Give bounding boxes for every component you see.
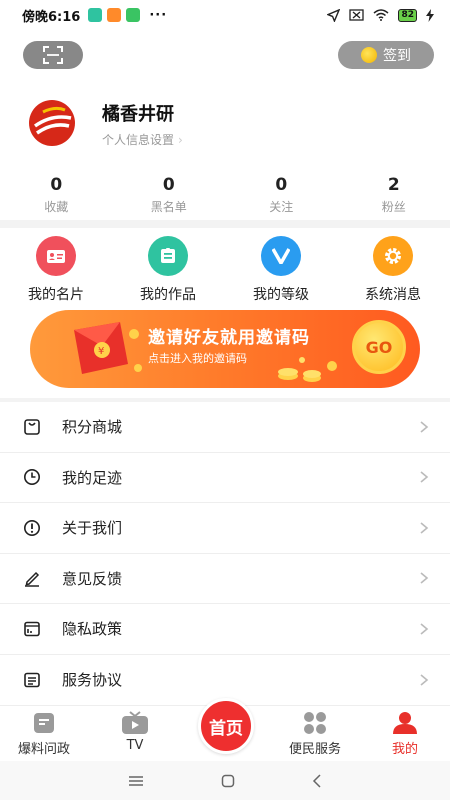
profile-settings-label: 个人信息设置 [102,133,175,147]
tab-services[interactable]: 便民服务 [275,710,355,757]
tab-label: 爆料问政 [17,742,70,757]
profile-section: 签到 橘香井研 个人信息设置 › 0 收藏 0 黑名单 0 关注 2 粉丝 [0,30,450,220]
chevron-right-icon: › [178,133,183,147]
document-icon [148,236,188,276]
coin-icon [361,47,377,63]
quick-action-label: 系统消息 [365,287,421,303]
banner-subtitle: 点击进入我的邀请码 [148,352,247,365]
stat-label: 收藏 [44,200,69,214]
user-icon [365,710,445,736]
orange-app-icon [107,8,122,22]
home-label: 首页 [209,718,243,739]
svg-text:¥: ¥ [98,346,104,357]
banner-title: 邀请好友就用邀请码 [148,328,310,348]
tab-label: TV [126,738,144,753]
stat-value: 2 [387,175,400,195]
invite-banner[interactable]: ¥ 邀请好友就用邀请码 点击进入我的邀请码 GO [30,310,420,388]
level-v-icon [261,236,301,276]
card-icon [36,236,76,276]
quick-my-level[interactable]: 我的等级 [225,236,337,304]
menu-item-label: 我的足迹 [62,468,123,487]
mall-bag-icon [22,417,42,437]
pen-icon [22,568,42,588]
profile-settings-link[interactable]: 个人信息设置 › [102,131,183,148]
status-bar: 傍晚6:16 ··· 82 [0,0,450,30]
grid-icon [275,710,355,736]
menu-item-label: 积分商城 [62,418,123,437]
stat-value: 0 [162,175,175,195]
settings-menu: 积分商城 我的足迹 关于我们 意见反馈 隐私政策 服务协议 [0,402,450,705]
quick-system-messages[interactable]: 系统消息 [337,236,449,304]
menu-item-label: 服务协议 [62,671,123,690]
stat-label: 关注 [269,200,294,214]
system-navigation-bar [0,761,450,800]
stat-value: 0 [275,175,288,195]
tab-label: 便民服务 [288,742,341,757]
checkin-label: 签到 [383,48,411,64]
menu-item-feedback[interactable]: 意见反馈 [0,554,450,604]
chevron-right-icon [420,623,429,635]
tab-tv[interactable]: TV [95,710,175,753]
stat-label: 粉丝 [381,200,406,214]
chevron-right-icon [420,674,429,686]
avatar[interactable] [25,96,79,150]
checkin-button[interactable]: 签到 [338,41,434,69]
wifi-icon [373,9,389,21]
report-icon [4,710,84,736]
stat-value: 0 [50,175,63,195]
agreement-icon [22,670,42,690]
stat-label: 黑名单 [150,200,187,214]
quick-actions-section: 我的名片 我的作品 我的等级 系统消息 ¥ 邀请好友就用邀请码 点击进入我的邀请… [0,228,450,398]
stat-followers[interactable]: 2 粉丝 [338,175,450,215]
chevron-right-icon [420,522,429,534]
privacy-icon [22,619,42,639]
username[interactable]: 橘香井研 [102,100,174,126]
green-app-icon [126,8,141,22]
location-arrow-icon [327,8,341,22]
clock-icon [22,467,42,487]
chevron-right-icon [420,421,429,433]
stat-blacklist[interactable]: 0 黑名单 [113,175,226,215]
go-button[interactable]: GO [352,320,406,374]
menu-item-label: 关于我们 [62,519,123,538]
status-time: 傍晚6:16 [22,9,81,25]
stat-following[interactable]: 0 关注 [225,175,338,215]
quick-action-label: 我的等级 [253,287,309,303]
tab-report[interactable]: 爆料问政 [4,710,84,757]
stat-favorites[interactable]: 0 收藏 [0,175,113,215]
menu-item-footprints[interactable]: 我的足迹 [0,453,450,503]
tab-label: 我的 [391,742,418,757]
menu-item-about-us[interactable]: 关于我们 [0,503,450,554]
gear-icon [373,236,413,276]
info-exclamation-icon [22,518,42,538]
quick-action-label: 我的作品 [140,287,196,303]
home-square-icon[interactable] [221,774,235,788]
stats-row: 0 收藏 0 黑名单 0 关注 2 粉丝 [0,175,450,215]
telegram-app-icon [88,8,103,22]
scan-icon [43,46,63,64]
scan-button[interactable] [23,41,83,69]
menu-item-label: 意见反馈 [62,569,123,588]
tab-mine[interactable]: 我的 [365,710,445,757]
menu-lines-icon[interactable] [128,775,144,787]
charging-icon [426,8,434,22]
menu-item-label: 隐私政策 [62,620,123,639]
menu-item-privacy-policy[interactable]: 隐私政策 [0,604,450,655]
menu-item-points-mall[interactable]: 积分商城 [0,402,450,453]
logo-avatar-icon [29,100,75,146]
quick-my-card[interactable]: 我的名片 [0,236,112,304]
quick-my-works[interactable]: 我的作品 [112,236,224,304]
more-notifications-icon: ··· [149,7,168,23]
red-envelope-icon: ¥ [74,322,142,374]
tab-home[interactable]: 首页 [198,698,254,754]
tv-icon [95,710,175,736]
bottom-tab-bar: 爆料问政 TV 首页 便民服务 我的 [0,698,450,761]
battery-indicator: 82 [398,8,417,22]
chevron-right-icon [420,572,429,584]
quick-action-label: 我的名片 [28,287,84,303]
coins-icon [278,357,337,382]
sim-off-icon [349,9,365,21]
chevron-right-icon [420,471,429,483]
back-icon[interactable] [312,773,322,788]
